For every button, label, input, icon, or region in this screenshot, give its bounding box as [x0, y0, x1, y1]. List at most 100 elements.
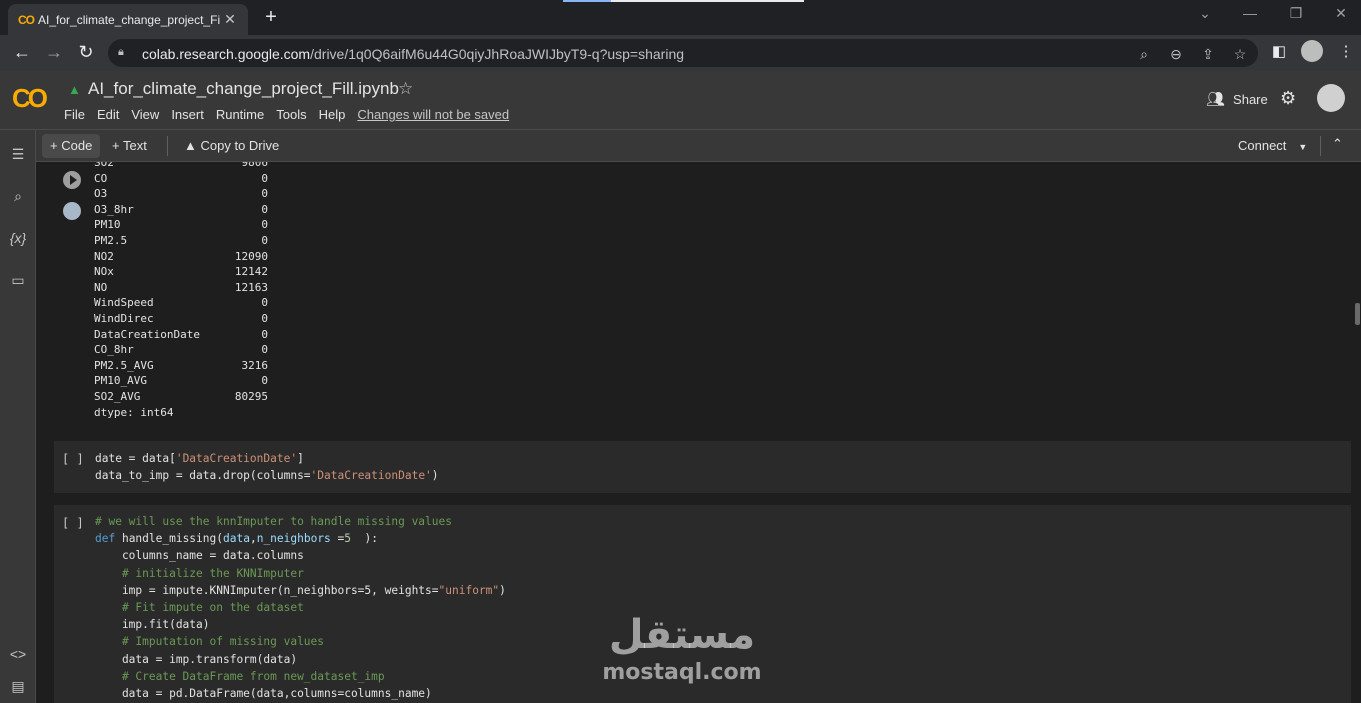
output-row: CO_8hr 0 — [94, 342, 268, 358]
output-key: SO2_AVG — [94, 389, 141, 403]
code-cell[interactable]: [ ] date = data['DataCreationDate'] data… — [54, 441, 1351, 493]
scrollbar[interactable] — [1354, 162, 1361, 703]
search-icon[interactable]: ⌕ — [1134, 46, 1154, 63]
code-editor[interactable]: date = data['DataCreationDate'] data_to_… — [95, 450, 439, 484]
url-text[interactable]: colab.research.google.com/drive/1q0Q6aif… — [142, 46, 684, 62]
output-row: DataCreationDate 0 — [94, 327, 268, 343]
share-label: Share — [1233, 92, 1268, 107]
folder-icon[interactable]: ▭ — [6, 272, 30, 289]
bookmark-star-icon[interactable]: ☆ — [1230, 46, 1250, 63]
output-row: NO 12163 — [94, 280, 268, 296]
output-value: 0 — [261, 296, 268, 310]
menu-edit[interactable]: Edit — [97, 107, 119, 122]
copy-to-drive-button[interactable]: ▲ Copy to Drive — [176, 134, 287, 158]
code-editor[interactable]: # we will use the knnImputer to handle m… — [95, 513, 506, 702]
menu-tools[interactable]: Tools — [276, 107, 306, 122]
forward-arrow-icon[interactable]: → — [42, 42, 66, 63]
minimize-icon[interactable]: — — [1238, 5, 1262, 21]
colab-logo[interactable]: CO — [12, 83, 48, 114]
command-palette-icon[interactable]: ▤ — [6, 678, 30, 695]
close-tab-icon[interactable]: ✕ — [222, 11, 238, 28]
output-value: 3216 — [241, 358, 269, 372]
output-row: CO 0 — [94, 171, 268, 187]
output-row: PM2.5 0 — [94, 233, 268, 249]
menu-help[interactable]: Help — [319, 107, 346, 122]
output-row: O3_8hr 0 — [94, 202, 268, 218]
add-text-cell-button[interactable]: + Text — [104, 134, 155, 158]
output-row: PM10_AVG 0 — [94, 373, 268, 389]
browser-nav-bar: ← → ↻ 🔒︎ colab.research.google.com/drive… — [0, 35, 1361, 71]
code-snippets-icon[interactable]: <> — [6, 646, 30, 662]
output-value: 0 — [261, 218, 268, 232]
browser-menu-icon[interactable]: ⋮ — [1334, 42, 1358, 60]
output-key: CO — [94, 171, 108, 185]
table-of-contents-icon[interactable]: ☰ — [6, 146, 30, 163]
browser-tab[interactable]: CO AI_for_climate_change_project_Fi ✕ — [8, 4, 248, 35]
output-value: 80295 — [234, 389, 268, 403]
reload-icon[interactable]: ↻ — [74, 42, 98, 63]
output-key: O3_8hr — [94, 202, 134, 216]
add-code-cell-button[interactable]: + Code — [42, 134, 101, 158]
star-notebook-icon[interactable]: ☆ — [398, 79, 413, 99]
output-value: 0 — [261, 343, 268, 357]
connect-button[interactable]: Connect ▼ — [1238, 138, 1307, 153]
colab-header: CO ▲ AI_for_climate_change_project_Fill.… — [0, 71, 1361, 130]
output-key: PM2.5_AVG — [94, 358, 154, 372]
search-icon[interactable]: ⌕ — [6, 188, 30, 205]
output-dtype: dtype: int64 — [94, 405, 174, 419]
output-key: PM2.5 — [94, 233, 128, 247]
output-value: 0 — [261, 202, 268, 216]
output-key: WindDirec — [94, 311, 154, 325]
share-page-icon[interactable]: ⇪ — [1198, 46, 1218, 63]
back-arrow-icon[interactable]: ← — [10, 42, 34, 63]
output-key: SO2 — [94, 162, 114, 169]
loading-bar — [563, 0, 804, 2]
output-key: PM10 — [94, 218, 121, 232]
new-tab-button[interactable]: + — [259, 6, 283, 29]
browser-profile-avatar[interactable] — [1301, 40, 1323, 62]
tab-search-icon[interactable]: ⌄ — [1193, 5, 1217, 22]
watermark: مستقل mostaql.com — [597, 610, 767, 686]
address-bar[interactable]: 🔒︎ colab.research.google.com/drive/1q0Q6… — [108, 39, 1258, 67]
drive-icon: ▲ — [184, 138, 197, 153]
menu-file[interactable]: File — [64, 107, 85, 122]
output-author-avatar — [63, 202, 81, 220]
output-value: 12090 — [234, 249, 268, 263]
gear-icon[interactable]: ⚙ — [1280, 88, 1296, 109]
output-key: NO — [94, 280, 108, 294]
share-button[interactable]: 👥︎ Share — [1206, 90, 1268, 108]
output-value: 0 — [261, 374, 268, 388]
output-row: WindDirec 0 — [94, 311, 268, 327]
menu-view[interactable]: View — [131, 107, 159, 122]
unsaved-notice-link[interactable]: Changes will not be saved — [357, 107, 509, 122]
tab-title: AI_for_climate_change_project_Fi — [38, 12, 221, 27]
output-value: 9806 — [241, 162, 269, 169]
toolbar-divider — [1320, 136, 1321, 156]
output-value: 0 — [261, 233, 268, 247]
run-cell-bracket[interactable]: [ ] — [62, 516, 84, 530]
menu-bar: File Edit View Insert Runtime Tools Help… — [64, 107, 521, 122]
notebook-toolbar: + Code + Text ▲ Copy to Drive Connect ▼ ⌃ — [36, 130, 1361, 162]
run-cell-bracket[interactable]: [ ] — [62, 452, 84, 466]
dropdown-caret-icon[interactable]: ▼ — [1298, 142, 1307, 152]
output-value: 0 — [261, 171, 268, 185]
run-cell-icon[interactable] — [63, 171, 81, 189]
output-value: 12142 — [234, 265, 268, 279]
output-row: PM10 0 — [94, 217, 268, 233]
notebook-title[interactable]: AI_for_climate_change_project_Fill.ipynb — [88, 79, 399, 99]
account-avatar[interactable] — [1317, 84, 1345, 112]
variables-icon[interactable]: {x} — [6, 230, 30, 246]
output-key: NOx — [94, 265, 114, 279]
google-drive-icon: ▲ — [68, 82, 81, 97]
collapse-header-icon[interactable]: ⌃ — [1332, 136, 1343, 152]
side-panel-icon[interactable]: ◧ — [1267, 42, 1291, 60]
menu-insert[interactable]: Insert — [171, 107, 204, 122]
close-window-icon[interactable]: ✕ — [1329, 5, 1353, 22]
output-key: WindSpeed — [94, 296, 154, 310]
left-sidebar: ☰ ⌕ {x} ▭ <> ▤ — [0, 130, 36, 703]
restore-icon[interactable]: ❐ — [1284, 5, 1308, 22]
menu-runtime[interactable]: Runtime — [216, 107, 264, 122]
scrollbar-thumb[interactable] — [1355, 303, 1360, 325]
output-key: DataCreationDate — [94, 327, 200, 341]
zoom-icon[interactable]: ⊖ — [1166, 46, 1186, 63]
